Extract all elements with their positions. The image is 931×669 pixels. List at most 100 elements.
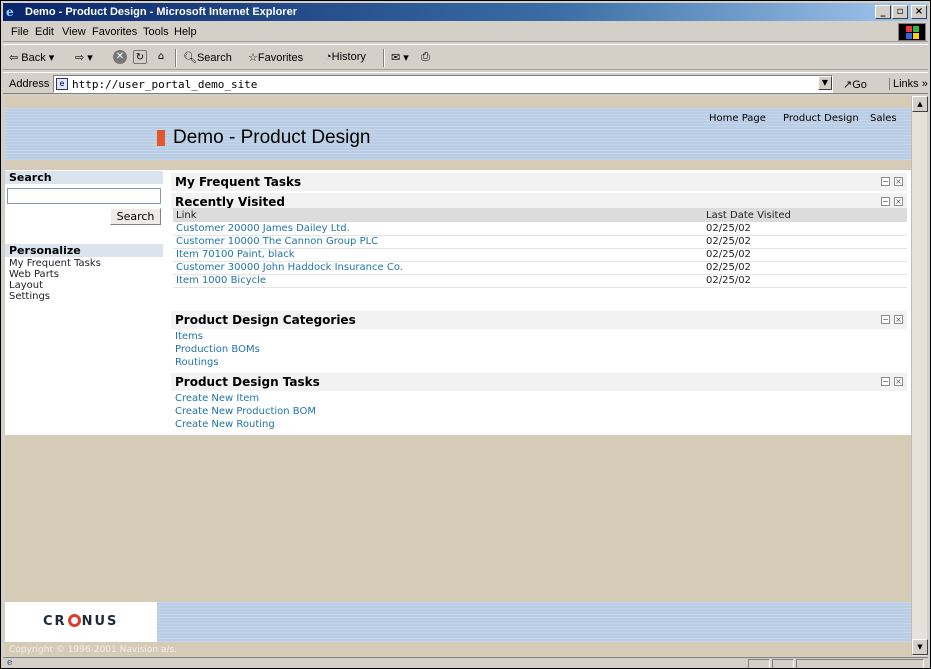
go-button[interactable]: ↗Go <box>843 78 867 91</box>
refresh-icon[interactable]: ↻ <box>133 50 147 64</box>
recent-date: 02/25/02 <box>703 248 907 262</box>
back-button[interactable]: ⇦ Back ▾ <box>9 51 54 64</box>
categories-header: Product Design Categories − × <box>171 311 907 329</box>
menu-favorites[interactable]: Favorites <box>92 26 137 38</box>
minimize-icon[interactable]: − <box>881 197 890 206</box>
logo-text-right: NUS <box>81 614 119 629</box>
nav-home-page[interactable]: Home Page <box>709 113 766 124</box>
home-icon[interactable]: ⌂ <box>154 50 168 64</box>
toolbar-separator <box>383 49 385 67</box>
category-link-production-boms[interactable]: Production BOMs <box>175 344 260 355</box>
back-label: Back <box>21 52 46 64</box>
close-icon[interactable]: × <box>894 177 903 186</box>
address-input[interactable]: e http://user_portal_demo_site <box>53 75 833 93</box>
stop-icon[interactable]: ✕ <box>113 50 127 64</box>
scroll-down-arrow-icon[interactable]: ▼ <box>912 639 928 655</box>
go-label: Go <box>852 79 867 91</box>
status-pane <box>748 659 770 668</box>
logo-o-icon <box>67 614 81 627</box>
address-dropdown-button[interactable]: ▼ <box>818 76 832 90</box>
search-input[interactable] <box>7 188 161 204</box>
address-label: Address <box>9 78 50 90</box>
table-header-row: Link Last Date Visited <box>173 208 907 222</box>
print-button[interactable]: ⎙ <box>421 51 430 64</box>
recent-link[interactable]: Item 1000 Bicycle <box>173 274 703 288</box>
address-bar: Address e http://user_portal_demo_site ▼… <box>3 72 928 94</box>
history-toolbar-button[interactable]: ◔History <box>325 51 366 63</box>
logo-text-left: CR <box>43 614 67 629</box>
sidebar-link-settings[interactable]: Settings <box>9 291 50 302</box>
sidebar-link-web-parts[interactable]: Web Parts <box>9 269 59 280</box>
minimize-icon[interactable]: − <box>881 177 890 186</box>
close-icon[interactable]: × <box>894 197 903 206</box>
menu-tools[interactable]: Tools <box>143 26 169 38</box>
close-button[interactable]: × <box>911 5 927 19</box>
task-link-create-new-item[interactable]: Create New Item <box>175 393 259 404</box>
favorites-toolbar-button[interactable]: ☆Favorites <box>248 51 303 64</box>
menu-help[interactable]: Help <box>174 26 197 38</box>
table-row: Item 1000 Bicycle 02/25/02 <box>173 274 907 288</box>
task-link-create-new-production-bom[interactable]: Create New Production BOM <box>175 406 316 417</box>
footer-logo-box: CR NUS <box>5 602 157 642</box>
table-row: Customer 30000 John Haddock Insurance Co… <box>173 261 907 275</box>
table-row: Customer 10000 The Cannon Group PLC 02/2… <box>173 235 907 249</box>
recently-visited-title: Recently Visited <box>175 195 285 209</box>
title-accent-bar <box>157 130 165 146</box>
sidebar-link-layout[interactable]: Layout <box>9 280 43 291</box>
personalize-heading: Personalize <box>9 244 81 257</box>
minimize-icon[interactable]: − <box>881 315 890 324</box>
status-zone-pane <box>796 659 924 668</box>
tasks-title: Product Design Tasks <box>175 375 320 389</box>
nav-sales[interactable]: Sales <box>870 113 897 124</box>
mail-icon: ✉ <box>391 52 401 64</box>
scroll-up-arrow-icon[interactable]: ▲ <box>912 96 928 112</box>
favorites-icon: ☆ <box>248 52 258 64</box>
history-icon: ◔ <box>325 51 332 63</box>
sidebar-link-my-frequent-tasks[interactable]: My Frequent Tasks <box>9 258 101 269</box>
recent-link[interactable]: Customer 20000 James Dailey Ltd. <box>173 222 703 236</box>
forward-button[interactable]: ⇨ ▾ <box>75 51 93 64</box>
search-button[interactable]: Search <box>110 208 161 225</box>
close-icon[interactable]: × <box>894 377 903 386</box>
copyright-text: Copyright © 1996-2001 Navision a/s. <box>9 645 178 655</box>
status-pane <box>772 659 794 668</box>
minimize-icon[interactable]: − <box>881 377 890 386</box>
recent-date: 02/25/02 <box>703 274 907 288</box>
recent-link[interactable]: Item 70100 Paint, black <box>173 248 703 262</box>
menu-view[interactable]: View <box>62 26 86 38</box>
menu-file[interactable]: File <box>11 26 29 38</box>
column-header-last-date: Last Date Visited <box>703 208 907 222</box>
nav-product-design[interactable]: Product Design <box>783 113 859 124</box>
recent-link[interactable]: Customer 30000 John Haddock Insurance Co… <box>173 261 703 275</box>
left-sidebar: Search Search Personalize My Frequent Ta… <box>5 170 165 435</box>
window-title: Demo - Product Design - Microsoft Intern… <box>25 6 297 18</box>
links-button[interactable]: Links » <box>889 78 928 90</box>
history-toolbar-label: History <box>331 51 366 63</box>
page-title: Demo - Product Design <box>173 127 371 148</box>
status-bar: e <box>3 657 928 668</box>
page-header: Demo - Product Design Home Page Product … <box>5 108 911 160</box>
maximize-button[interactable]: ▫ <box>892 5 908 19</box>
menu-bar: File Edit View Favorites Tools Help <box>3 22 928 42</box>
toolbar: ⇦ Back ▾ ⇨ ▾ ✕ ↻ ⌂ 🔍︎Search ☆Favorites ◔… <box>3 44 928 70</box>
category-link-items[interactable]: Items <box>175 331 203 342</box>
search-icon: 🔍︎ <box>183 52 197 64</box>
task-link-create-new-routing[interactable]: Create New Routing <box>175 419 275 430</box>
page-icon: e <box>56 78 68 90</box>
categories-title: Product Design Categories <box>175 313 356 327</box>
recent-link[interactable]: Customer 10000 The Cannon Group PLC <box>173 235 703 249</box>
search-toolbar-button[interactable]: 🔍︎Search <box>183 51 232 64</box>
vertical-scrollbar[interactable]: ▲ ▼ <box>911 96 928 656</box>
windows-logo-icon <box>898 23 926 41</box>
print-icon: ⎙ <box>421 51 430 63</box>
mail-button[interactable]: ✉ ▾ <box>391 51 409 64</box>
table-row: Customer 20000 James Dailey Ltd. 02/25/0… <box>173 222 907 236</box>
ie-icon: e <box>6 5 14 19</box>
category-link-routings[interactable]: Routings <box>175 357 219 368</box>
browser-window: e Demo - Product Design - Microsoft Inte… <box>0 0 931 669</box>
minimize-button[interactable]: _ <box>875 5 891 19</box>
recently-visited-table: Link Last Date Visited Customer 20000 Ja… <box>173 208 907 288</box>
close-icon[interactable]: × <box>894 315 903 324</box>
menu-edit[interactable]: Edit <box>35 26 54 38</box>
ie-status-icon: e <box>7 658 13 668</box>
